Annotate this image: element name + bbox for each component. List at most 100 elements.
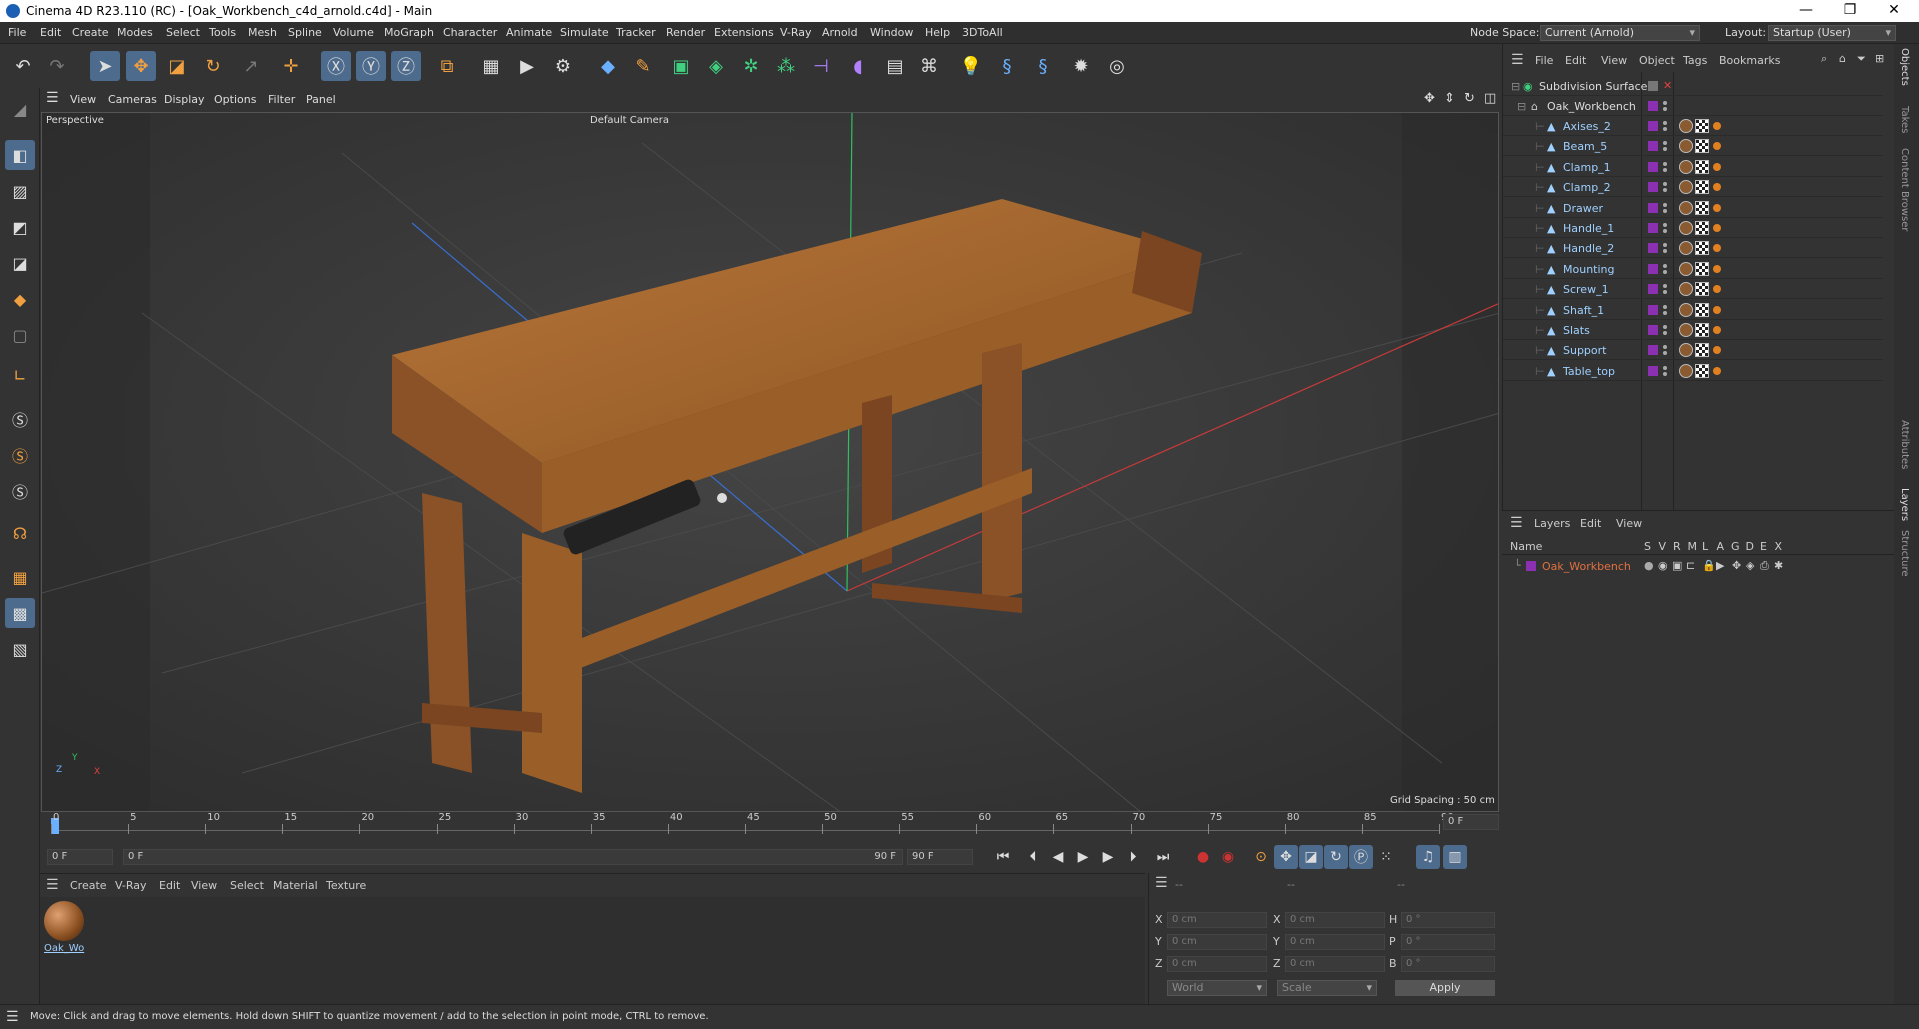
- axis-mode-icon[interactable]: ∟: [5, 360, 35, 390]
- editor-visibility-dot[interactable]: [1663, 284, 1667, 289]
- object-row[interactable]: ⊢ ▲ Screw_1: [1503, 279, 1883, 300]
- material-hamburger-icon[interactable]: ☰: [46, 877, 59, 893]
- xref-icon[interactable]: ✱: [1774, 559, 1783, 572]
- menu-arnold[interactable]: Arnold: [822, 26, 858, 39]
- tab-structure[interactable]: Structure: [1899, 530, 1910, 577]
- layer-row[interactable]: └ Oak_Workbench ● ◉ ▣ ⊏ 🔒 ▶ ✥ ◈ ⎙ ✱: [1502, 557, 1894, 575]
- snap-icon[interactable]: Ⓢ: [5, 404, 35, 434]
- generators-icon[interactable]: ✥: [1732, 559, 1741, 572]
- layout-dropdown[interactable]: Startup (User): [1768, 25, 1896, 41]
- editor-visibility-dot[interactable]: [1663, 161, 1667, 166]
- layer-hamburger-icon[interactable]: ☰: [1510, 515, 1523, 531]
- editor-visibility-dot[interactable]: [1663, 304, 1667, 309]
- menu-volume[interactable]: Volume: [333, 26, 374, 39]
- phong-tag-icon[interactable]: [1713, 285, 1721, 294]
- layer-col-flag[interactable]: M: [1688, 540, 1698, 553]
- preview-range-slider[interactable]: 0 F 90 F: [123, 849, 903, 865]
- uvw-tag-icon[interactable]: [1695, 180, 1709, 195]
- grid-icon[interactable]: ▩: [5, 598, 35, 628]
- menu-simulate[interactable]: Simulate: [560, 26, 609, 39]
- material-tag-icon[interactable]: [1679, 180, 1693, 195]
- editor-visibility-dot[interactable]: [1663, 243, 1667, 248]
- add-icon[interactable]: ✛: [276, 51, 306, 81]
- uvw-tag-icon[interactable]: [1695, 139, 1709, 154]
- frame-field[interactable]: 0 F: [1443, 814, 1499, 830]
- minimize-button[interactable]: —: [1784, 2, 1828, 18]
- uvw-tag-icon[interactable]: [1695, 323, 1709, 337]
- material-tag-icon[interactable]: [1679, 159, 1693, 174]
- film-icon[interactable]: ▥: [1443, 845, 1467, 869]
- move-icon[interactable]: ✥: [126, 51, 156, 81]
- obj-menu-bookmarks[interactable]: Bookmarks: [1719, 54, 1780, 67]
- obj-menu-edit[interactable]: Edit: [1565, 54, 1586, 67]
- editor-visibility-dot[interactable]: [1663, 202, 1667, 207]
- material-menu-create[interactable]: Create: [70, 879, 107, 892]
- object-row-root[interactable]: ⊟ ◉ Subdivision Surface ✕: [1503, 76, 1883, 96]
- autokey-icon[interactable]: ◉: [1216, 845, 1240, 869]
- phong-tag-icon[interactable]: [1713, 305, 1721, 314]
- render-visibility-dot[interactable]: [1663, 107, 1667, 111]
- layer-col-flag[interactable]: A: [1717, 540, 1725, 553]
- floor-icon[interactable]: ▤: [880, 51, 910, 81]
- deformers-icon[interactable]: ◈: [1746, 559, 1754, 572]
- layer-chip[interactable]: [1648, 101, 1658, 111]
- editor-visibility-dot[interactable]: [1663, 141, 1667, 146]
- layer-col-flag[interactable]: L: [1702, 540, 1708, 553]
- material-item[interactable]: Oak_Wo: [44, 901, 88, 961]
- key-scale-icon[interactable]: ◪: [1299, 845, 1323, 869]
- material-tag-icon[interactable]: [1679, 343, 1693, 358]
- layer-chip[interactable]: [1648, 223, 1658, 233]
- tab-attributes[interactable]: Attributes: [1899, 420, 1910, 469]
- layer-chip[interactable]: [1648, 284, 1658, 295]
- next-key-icon[interactable]: ⏵: [1121, 845, 1145, 869]
- home-icon[interactable]: ⌂: [1839, 52, 1846, 65]
- workplane-icon[interactable]: ▦: [5, 562, 35, 592]
- layer-chip[interactable]: [1648, 121, 1658, 131]
- uvw-tag-icon[interactable]: [1695, 221, 1709, 235]
- coord-mode-dropdown[interactable]: Scale: [1277, 980, 1377, 996]
- subdivision-icon[interactable]: ▣: [666, 51, 696, 81]
- editor-visibility-dot[interactable]: [1663, 121, 1667, 125]
- layer-menu-view[interactable]: View: [1616, 517, 1642, 530]
- object-row[interactable]: ⊢ ▲ Table_top: [1503, 361, 1883, 381]
- material-menu-material[interactable]: Material: [273, 879, 318, 892]
- pos-x-field[interactable]: 0 cm: [1167, 912, 1267, 928]
- collapse-icon[interactable]: ⊟: [1511, 80, 1520, 93]
- collapse-icon[interactable]: ⊟: [1517, 100, 1526, 113]
- render-region-icon[interactable]: ▦: [476, 51, 506, 81]
- material-menu-vray[interactable]: V-Ray: [115, 879, 147, 892]
- tab-layers[interactable]: Layers: [1899, 488, 1910, 521]
- layer-col-flag[interactable]: X: [1775, 540, 1783, 553]
- pos-z-field[interactable]: 0 cm: [1167, 956, 1267, 972]
- python2-icon[interactable]: §: [1028, 51, 1058, 81]
- snap-settings-icon[interactable]: Ⓢ: [5, 440, 35, 470]
- uvw-tag-icon[interactable]: [1695, 241, 1709, 256]
- material-menu-texture[interactable]: Texture: [326, 879, 366, 892]
- array-icon[interactable]: ✲: [736, 51, 766, 81]
- layer-color-chip[interactable]: [1526, 561, 1536, 571]
- goto-end-icon[interactable]: ⏭: [1151, 845, 1175, 869]
- rot-h-field[interactable]: 0 °: [1401, 912, 1495, 928]
- uvw-tag-icon[interactable]: [1695, 343, 1709, 358]
- uvw-tag-icon[interactable]: [1695, 282, 1709, 297]
- obj-menu-file[interactable]: File: [1535, 54, 1553, 67]
- render-visibility-dot[interactable]: [1663, 127, 1667, 131]
- menu-window[interactable]: Window: [870, 26, 913, 39]
- object-row[interactable]: ⊢ ▲ Mounting: [1503, 259, 1883, 279]
- uvw-tag-icon[interactable]: [1695, 200, 1709, 215]
- menu-help[interactable]: Help: [925, 26, 950, 39]
- redo-icon[interactable]: ↷: [42, 51, 72, 81]
- menu-tracker[interactable]: Tracker: [616, 26, 656, 39]
- object-row[interactable]: ⊢ ▲ Clamp_1: [1503, 157, 1883, 177]
- render-visibility-dot[interactable]: [1663, 147, 1667, 152]
- menu-mesh[interactable]: Mesh: [248, 26, 277, 39]
- expressions-icon[interactable]: ⎙: [1760, 559, 1769, 573]
- deformer-icon[interactable]: ◖: [843, 51, 873, 81]
- material-tag-icon[interactable]: [1679, 221, 1693, 235]
- layer-col-flag[interactable]: S: [1644, 540, 1651, 553]
- workplane-grid-icon[interactable]: ▧: [5, 634, 35, 664]
- layer-chip[interactable]: [1648, 161, 1658, 172]
- object-row-group[interactable]: ⊟ ⌂ Oak_Workbench: [1503, 96, 1883, 116]
- model-mode-icon[interactable]: ◧: [5, 140, 35, 170]
- new-window-icon[interactable]: ⊞: [1875, 52, 1884, 65]
